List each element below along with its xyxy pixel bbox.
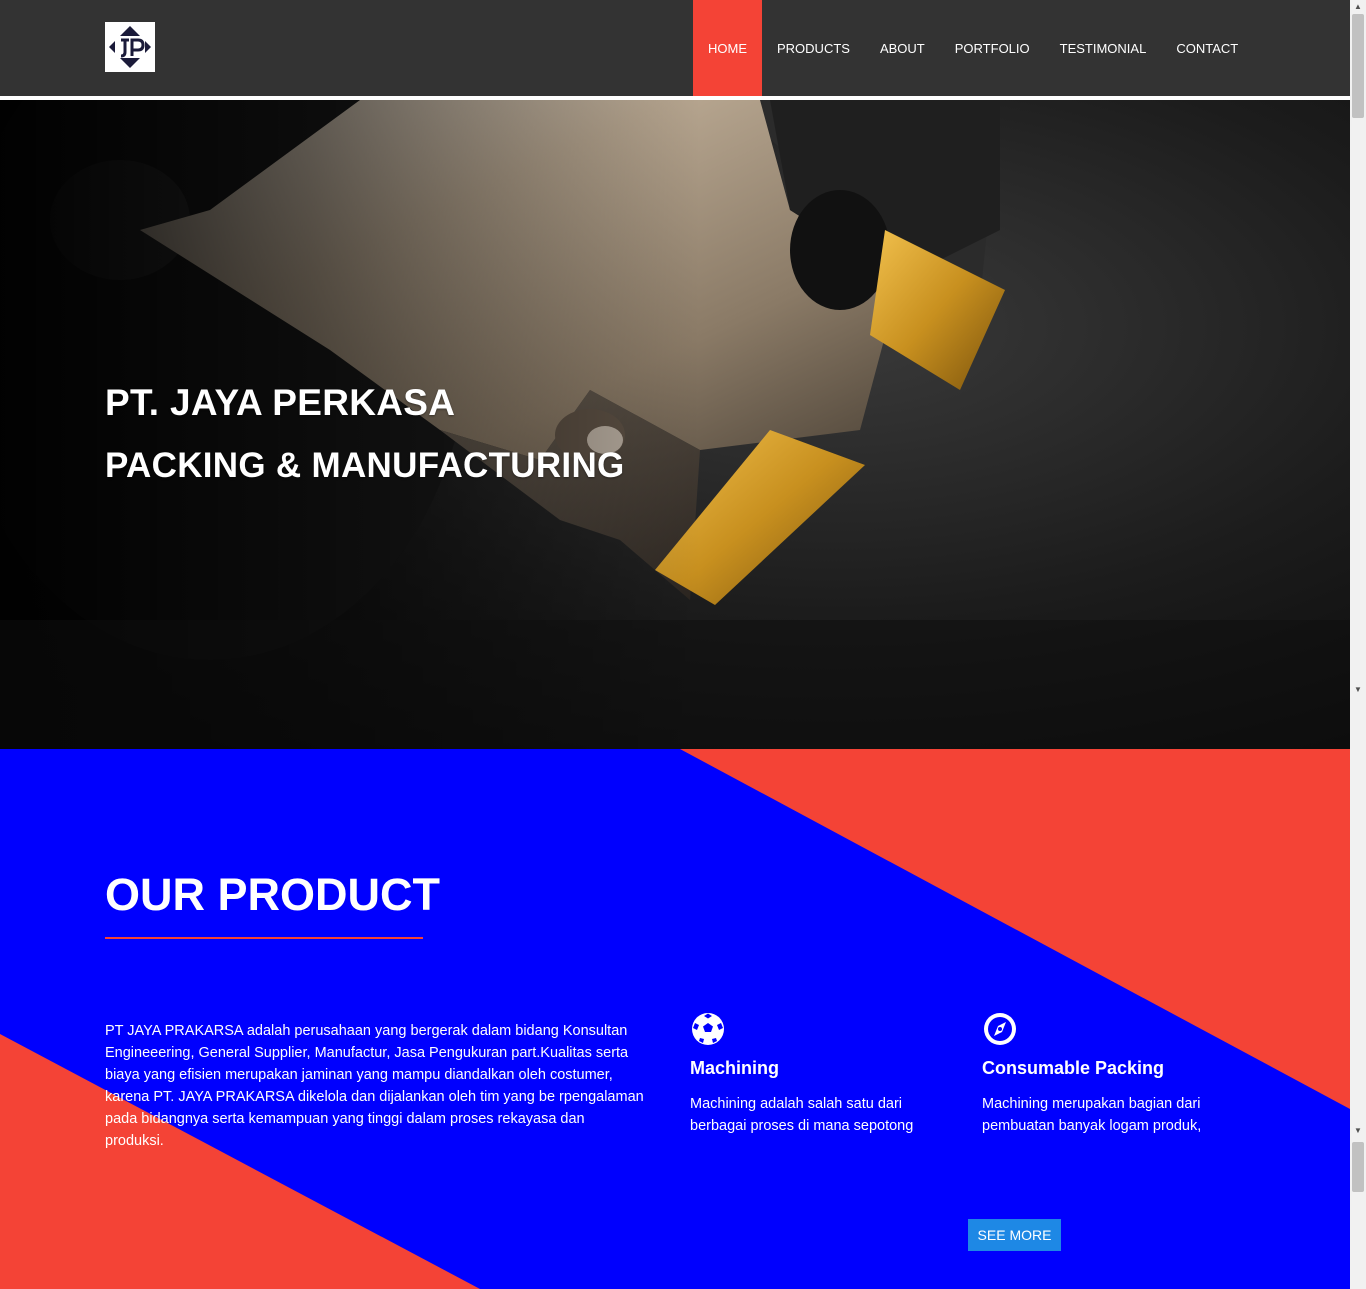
hero-section: PT. JAYA PERKASA PACKING & MANUFACTURING (0, 100, 1350, 749)
nav-about[interactable]: ABOUT (865, 0, 940, 96)
product-section: OUR PRODUCT PT JAYA PRAKARSA adalah peru… (0, 749, 1350, 1289)
feature-machining: Machining Machining adalah salah satu da… (690, 1011, 930, 1137)
feature-title: Consumable Packing (982, 1058, 1165, 1078)
scroll-down-arrow-icon[interactable]: ▼ (1350, 683, 1366, 697)
section-title: OUR PRODUCT (105, 869, 440, 920)
hero-background-image (0, 100, 1350, 749)
scroll-thumb[interactable] (1352, 14, 1364, 118)
page-scrollbar[interactable]: ▲ ▼ ▼ (1350, 0, 1366, 1289)
compass-icon (984, 1013, 1016, 1045)
feature-title: Machining (690, 1058, 779, 1078)
scroll-up-arrow-icon[interactable]: ▲ (1350, 0, 1366, 14)
nav-products[interactable]: PRODUCTS (762, 0, 865, 96)
hero-title: PT. JAYA PERKASA (105, 382, 456, 423)
soccer-ball-icon (692, 1013, 724, 1045)
nav-contact[interactable]: CONTACT (1161, 0, 1253, 96)
nav-testimonial[interactable]: TESTIMONIAL (1045, 0, 1162, 96)
scroll-down-arrow-icon-secondary[interactable]: ▼ (1350, 1124, 1366, 1138)
feature-description: Machining merupakan bagian dari pembuata… (982, 1096, 1202, 1134)
navbar: HOME PRODUCTS ABOUT PORTFOLIO TESTIMONIA… (0, 0, 1350, 100)
hero-subtitle: PACKING & MANUFACTURING (105, 446, 625, 485)
logo-icon (105, 22, 155, 72)
main-nav: HOME PRODUCTS ABOUT PORTFOLIO TESTIMONIA… (693, 0, 1253, 96)
feature-consumable-packing: Consumable Packing Machining merupakan b… (982, 1011, 1222, 1137)
company-logo[interactable] (105, 22, 155, 72)
see-more-button[interactable]: SEE MORE (968, 1219, 1061, 1251)
company-description: PT JAYA PRAKARSA adalah perusahaan yang … (105, 1023, 644, 1149)
nav-home[interactable]: HOME (693, 0, 762, 96)
feature-description: Machining adalah salah satu dari berbaga… (690, 1096, 914, 1134)
nav-portfolio[interactable]: PORTFOLIO (940, 0, 1045, 96)
title-underline (105, 937, 423, 939)
scroll-thumb-secondary[interactable] (1352, 1142, 1364, 1192)
